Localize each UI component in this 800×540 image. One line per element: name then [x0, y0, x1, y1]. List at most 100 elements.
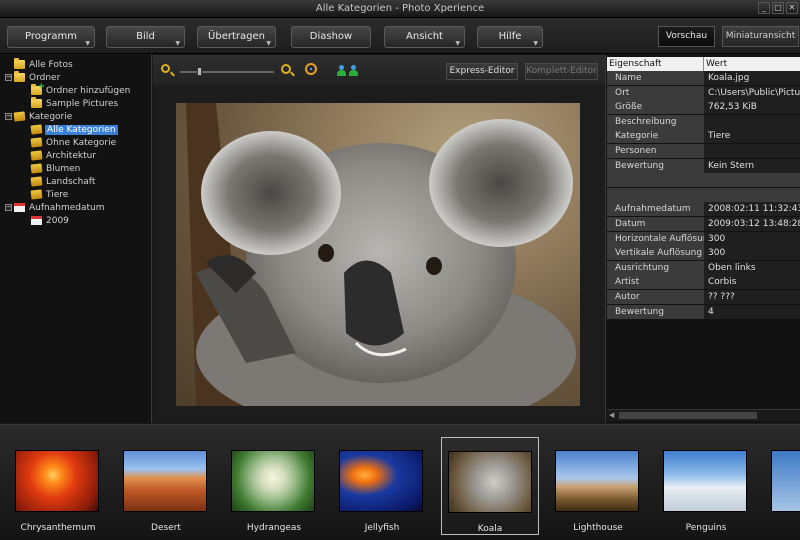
property-row[interactable]: Name Koala.jpg	[607, 71, 800, 85]
thumbnail-jellyfish[interactable]: Jellyfish	[333, 437, 431, 535]
property-name: Beschreibung	[607, 114, 704, 129]
collapse-icon[interactable]: −	[5, 204, 12, 211]
menu-bar: Programm ▼ Bild ▼ Übertragen ▼ Diashow Ansi…	[0, 18, 800, 54]
window-title: Alle Kategorien - Photo Xperience	[315, 3, 485, 14]
menu-bild[interactable]: Bild ▼	[106, 26, 185, 48]
tree-item-label: Aufnahmedatum	[29, 202, 105, 213]
property-row[interactable]: Horizontale Auflösung300	[607, 231, 800, 246]
property-value[interactable]: C:\Users\Public\Pictures	[704, 85, 800, 100]
column-header-value[interactable]: Wert	[704, 57, 800, 71]
thumbnail-desert[interactable]: Desert	[117, 437, 215, 535]
property-row[interactable]: Bewertung Kein Stern	[607, 158, 800, 173]
property-value[interactable]	[704, 173, 800, 188]
property-row[interactable]: OrtC:\Users\Public\Pictures	[607, 85, 800, 100]
tree-item-label: Kategorie	[29, 111, 73, 122]
tag-icon	[30, 163, 43, 174]
property-value[interactable]: Kein Stern	[704, 158, 800, 173]
thumbnail-partial[interactable]	[765, 437, 800, 535]
property-row[interactable]: Artist Corbis	[607, 275, 800, 290]
thumbnail-label: Koala	[477, 524, 503, 534]
property-row[interactable]	[607, 187, 800, 202]
zoom-slider-handle[interactable]	[196, 67, 202, 76]
property-value[interactable]	[704, 114, 800, 129]
calendar-icon	[31, 216, 42, 225]
property-row[interactable]: Kategorie Tiere	[607, 129, 800, 144]
collapse-icon[interactable]: −	[5, 113, 12, 120]
column-header-property[interactable]: Eigenschaft	[607, 57, 704, 71]
property-name: Ausrichtung	[607, 260, 704, 275]
property-value[interactable]: Corbis	[704, 275, 800, 290]
tree-item-all-photos[interactable]: Alle Fotos	[5, 58, 74, 71]
property-value[interactable]: 762,53 KiB	[704, 100, 800, 115]
tree-item-all-categories[interactable]: Alle Kategorien	[30, 123, 118, 136]
property-row[interactable]: Beschreibung	[607, 114, 800, 129]
folder-icon	[31, 97, 42, 108]
tree-item-flowers[interactable]: Blumen	[30, 162, 81, 175]
property-row[interactable]	[607, 173, 800, 188]
property-row[interactable]: Ausrichtung Oben links	[607, 260, 800, 275]
menu-programm[interactable]: Programm ▼	[7, 26, 95, 48]
horizontal-scrollbar[interactable]: ◀	[607, 409, 800, 421]
photo-preview	[176, 103, 580, 406]
person-icon[interactable]	[337, 65, 346, 76]
property-row[interactable]: Größe 762,53 KiB	[607, 100, 800, 115]
property-row[interactable]: Aufnahmedatum 2008:02:11 11:32:43	[607, 202, 800, 217]
menu-diashow[interactable]: Diashow	[291, 26, 371, 48]
express-editor-button[interactable]: Express-Editor	[446, 63, 518, 80]
tree-item-sample-pictures[interactable]: Sample Pictures	[31, 97, 119, 110]
property-row[interactable]: Vertikale Auflösung 300	[607, 246, 800, 261]
menu-label: Bild	[136, 31, 155, 42]
tree-item-year-2009[interactable]: 2009	[31, 214, 70, 227]
zoom-slider[interactable]	[180, 71, 274, 73]
property-value[interactable]: 300	[704, 231, 800, 246]
tree-item-landscape[interactable]: Landschaft	[30, 175, 96, 188]
property-row[interactable]: Personen	[607, 144, 800, 158]
menu-hilfe[interactable]: Hilfe ▼	[477, 26, 543, 48]
property-name	[607, 187, 704, 202]
menu-label: Ansicht	[406, 31, 443, 42]
thumbnail-chrysanthemum[interactable]: Chrysanthemum	[9, 437, 107, 535]
thumbnail-hydrangeas[interactable]: Hydrangeas	[225, 437, 323, 535]
menu-ansicht[interactable]: Ansicht ▼	[384, 26, 465, 48]
property-value[interactable]	[704, 187, 800, 202]
maximize-button[interactable]: □	[772, 2, 784, 14]
zoom-out-icon[interactable]	[161, 64, 170, 73]
tree-item-architecture[interactable]: Architektur	[30, 149, 97, 162]
property-value[interactable]: 4	[704, 304, 800, 319]
property-row[interactable]: Bewertung 4	[607, 304, 800, 319]
minimize-button[interactable]: _	[758, 2, 770, 14]
property-value[interactable]: Koala.jpg	[704, 71, 800, 85]
thumbnail-view-button[interactable]: Miniaturansicht	[722, 26, 799, 47]
preview-view-button[interactable]: Vorschau	[658, 26, 715, 47]
tree-item-category[interactable]: − Kategorie	[5, 110, 73, 123]
collapse-icon[interactable]: −	[5, 74, 12, 81]
menu-uebertragen[interactable]: Übertragen ▼	[197, 26, 276, 48]
tree-item-no-category[interactable]: Ohne Kategorie	[30, 136, 117, 149]
property-value[interactable]: 300	[704, 246, 800, 261]
property-value[interactable]: Oben links	[704, 260, 800, 275]
property-value[interactable]	[704, 144, 800, 158]
scrollbar-thumb[interactable]	[619, 412, 757, 419]
tree-item-animals[interactable]: Tiere	[30, 188, 69, 201]
property-value[interactable]: 2008:02:11 11:32:43	[704, 202, 800, 217]
property-row[interactable]: Datum 2009:03:12 13:48:28	[607, 217, 800, 231]
tree-item-add-folder[interactable]: Ordner hinzufügen	[31, 82, 131, 97]
thumbnail-lighthouse[interactable]: Lighthouse	[549, 437, 647, 535]
close-button[interactable]: ✕	[786, 2, 798, 14]
thumbnail-koala[interactable]: Koala	[441, 437, 539, 535]
property-row[interactable]: Autor?? ???	[607, 290, 800, 304]
property-value[interactable]: 2009:03:12 13:48:28	[704, 217, 800, 231]
full-editor-button[interactable]: Komplett-Editor	[525, 63, 598, 80]
person-icon[interactable]	[349, 65, 358, 76]
scroll-left-icon[interactable]: ◀	[609, 411, 614, 419]
thumbnail-penguins[interactable]: Penguins	[657, 437, 755, 535]
property-name: Artist	[607, 275, 704, 290]
folder-icon	[14, 71, 25, 82]
thumbnail-image	[555, 450, 639, 512]
property-value[interactable]: Tiere	[704, 129, 800, 144]
tree-item-folders[interactable]: − Ordner	[5, 71, 61, 84]
zoom-in-icon[interactable]	[281, 64, 291, 74]
property-value[interactable]: ?? ???	[704, 290, 800, 304]
tree-item-capture-date[interactable]: − Aufnahmedatum	[5, 201, 106, 214]
fit-to-window-icon[interactable]	[305, 63, 317, 75]
